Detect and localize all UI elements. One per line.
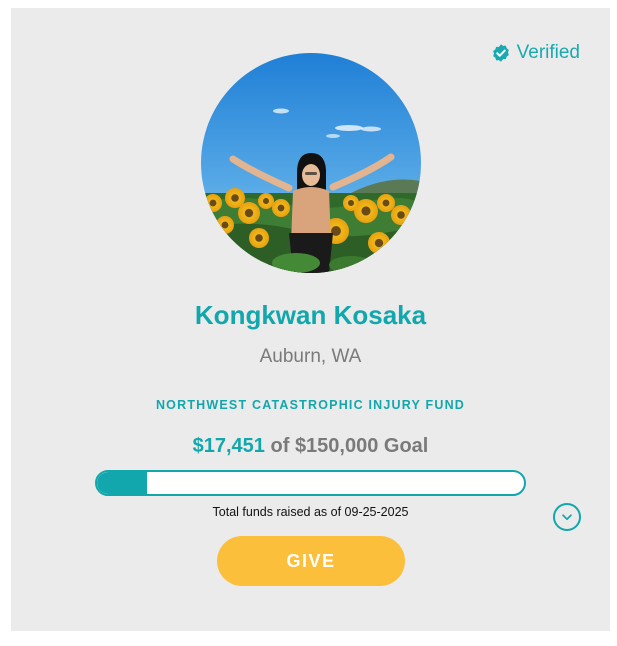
expand-button[interactable] xyxy=(553,503,581,531)
avatar xyxy=(201,53,421,273)
profile-photo xyxy=(201,53,421,273)
profile-name: Kongkwan Kosaka xyxy=(194,300,427,330)
fundraiser-card: Verified Kongkwan Kosaka Auburn, WA NORT… xyxy=(11,8,610,631)
fundraising-amounts: $17,451 of $150,000 Goal xyxy=(11,435,610,458)
verified-badge: Verified xyxy=(491,42,580,64)
funds-as-of-text: Total funds raised as of 09-25-2025 xyxy=(212,505,409,519)
progress-fill xyxy=(97,472,147,494)
fund-name: NORTHWEST CATASTROPHIC INJURY FUND xyxy=(155,398,466,412)
verified-label: Verified xyxy=(516,42,580,63)
verified-check-icon xyxy=(492,44,509,62)
progress-bar xyxy=(95,470,526,496)
give-button[interactable]: GIVE xyxy=(217,536,405,586)
amount-goal: $150,000 Goal xyxy=(294,435,429,457)
profile-location: Auburn, WA xyxy=(259,346,362,367)
amount-raised: $17,451 xyxy=(192,435,265,457)
amount-of-text: of xyxy=(270,435,290,457)
chevron-down-icon xyxy=(562,514,572,521)
